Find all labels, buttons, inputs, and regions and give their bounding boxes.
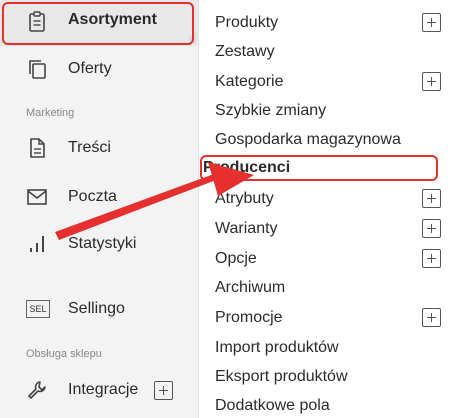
submenu-item-label: Archiwum: [215, 279, 286, 296]
submenu-item-label: Opcje: [215, 250, 257, 267]
copy-icon: [26, 58, 48, 80]
submenu-item-dodatkowe-pola[interactable]: Dodatkowe pola: [199, 391, 457, 418]
submenu-item-zestawy[interactable]: Zestawy: [199, 37, 457, 67]
expand-plus-icon[interactable]: [154, 381, 173, 400]
sidebar-item-integracje[interactable]: Integracje: [0, 367, 200, 413]
sidebar-item-poczta[interactable]: Poczta: [0, 174, 200, 220]
submenu-item-label: Atrybuty: [215, 190, 274, 207]
sidebar-item-label: Poczta: [68, 188, 117, 205]
sidebar-item-sellingo[interactable]: SEL Sellingo: [0, 286, 200, 332]
submenu-item-atrybuty[interactable]: Atrybuty: [199, 184, 457, 214]
bar-chart-icon: [26, 233, 48, 255]
expand-plus-icon[interactable]: [422, 249, 441, 268]
submenu-item-label: Eksport produktów: [215, 368, 348, 385]
expand-plus-icon[interactable]: [422, 72, 441, 91]
submenu-item-label: Import produktów: [215, 339, 339, 356]
submenu-item-label: Dodatkowe pola: [215, 397, 330, 414]
submenu-item-promocje[interactable]: Promocje: [199, 303, 457, 333]
submenu-item-kategorie[interactable]: Kategorie: [199, 67, 457, 97]
wrench-icon: [26, 379, 48, 401]
document-icon: [26, 137, 48, 159]
submenu-item-opcje[interactable]: Opcje: [199, 244, 457, 274]
sidebar-item-statystyki[interactable]: Statystyki: [0, 221, 200, 267]
submenu-item-archiwum[interactable]: Archiwum: [199, 273, 457, 303]
expand-plus-icon[interactable]: [422, 13, 441, 32]
submenu-item-label: Warianty: [215, 220, 278, 237]
submenu-item-label: Kategorie: [215, 73, 284, 90]
sidebar-item-label: Treści: [68, 139, 111, 156]
submenu-item-produkty[interactable]: Produkty: [199, 8, 457, 38]
submenu-asortyment: Produkty Zestawy Kategorie Szybkie zmian…: [198, 0, 457, 418]
submenu-item-label: Gospodarka magazynowa: [215, 131, 401, 148]
expand-plus-icon[interactable]: [422, 308, 441, 327]
submenu-item-label: Promocje: [215, 309, 283, 326]
submenu-item-eksport-produktow[interactable]: Eksport produktów: [199, 362, 457, 392]
sidebar: Asortyment Oferty Marketing Treści Poczt…: [0, 0, 200, 418]
submenu-item-warianty[interactable]: Warianty: [199, 214, 457, 244]
mail-icon: [26, 186, 48, 208]
expand-plus-icon[interactable]: [422, 219, 441, 238]
annotation-box-producenci: [200, 155, 438, 181]
submenu-item-import-produktow[interactable]: Import produktów: [199, 333, 457, 363]
sidebar-item-label: Sellingo: [68, 300, 125, 317]
sidebar-item-label: Statystyki: [68, 235, 137, 252]
submenu-item-gospodarka-magazynowa[interactable]: Gospodarka magazynowa: [199, 125, 457, 155]
submenu-item-label: Szybkie zmiany: [215, 102, 327, 119]
section-label-store: Obsługa sklepu: [26, 348, 102, 360]
submenu-item-label: Produkty: [215, 14, 279, 31]
section-label-marketing: Marketing: [26, 107, 75, 119]
sel-badge-icon: SEL: [26, 300, 50, 318]
annotation-box-asortyment: [2, 2, 194, 45]
sidebar-item-label: Integracje: [68, 381, 139, 398]
sidebar-item-tresci[interactable]: Treści: [0, 125, 200, 171]
sidebar-item-label: Oferty: [68, 60, 112, 77]
submenu-item-szybkie-zmiany[interactable]: Szybkie zmiany: [199, 96, 457, 126]
submenu-item-label: Zestawy: [215, 43, 275, 60]
expand-plus-icon[interactable]: [422, 189, 441, 208]
sidebar-item-oferty[interactable]: Oferty: [0, 46, 200, 92]
